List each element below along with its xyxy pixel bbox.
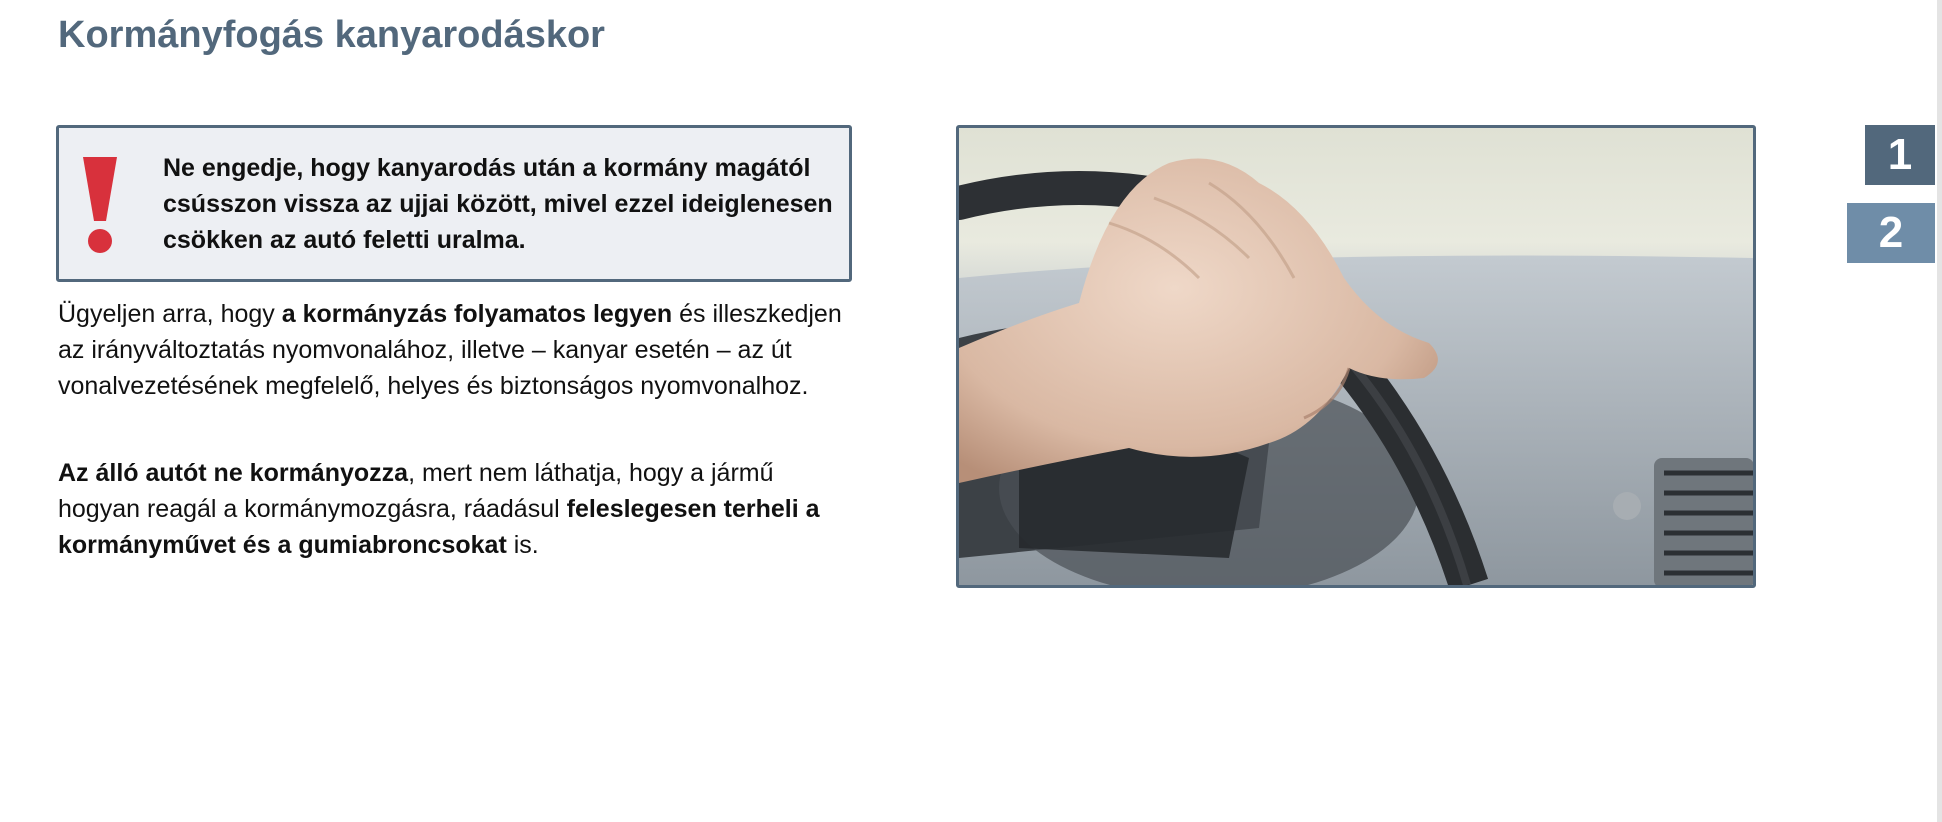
para2-bold-1: Az álló autót ne kormányozza <box>58 459 409 487</box>
steering-wheel-photo <box>956 125 1756 588</box>
page-tab-2[interactable]: 2 <box>1847 203 1935 263</box>
body-paragraph-2: Az álló autót ne kormányozza, mert nem l… <box>58 455 858 563</box>
page-tab-1[interactable]: 1 <box>1865 125 1935 185</box>
exclamation-icon <box>83 157 117 253</box>
para1-bold-1: a kormányzás folyamatos legyen <box>281 300 673 328</box>
body-paragraph-1: Ügyeljen arra, hogy a kormányzás folyama… <box>58 296 858 404</box>
warning-text: Ne engedje, hogy kanyarodás után a kormá… <box>163 154 833 254</box>
warning-callout: Ne engedje, hogy kanyarodás után a kormá… <box>56 125 852 282</box>
para2-text-2: is. <box>506 531 539 559</box>
page: Kormányfogás kanyarodáskor Ne engedje, h… <box>0 0 1942 822</box>
steering-wheel-illustration <box>959 128 1753 585</box>
scrollbar-track[interactable] <box>1937 0 1942 822</box>
para1-text-1: Ügyeljen arra, hogy <box>58 300 282 328</box>
page-title: Kormányfogás kanyarodáskor <box>58 14 605 56</box>
